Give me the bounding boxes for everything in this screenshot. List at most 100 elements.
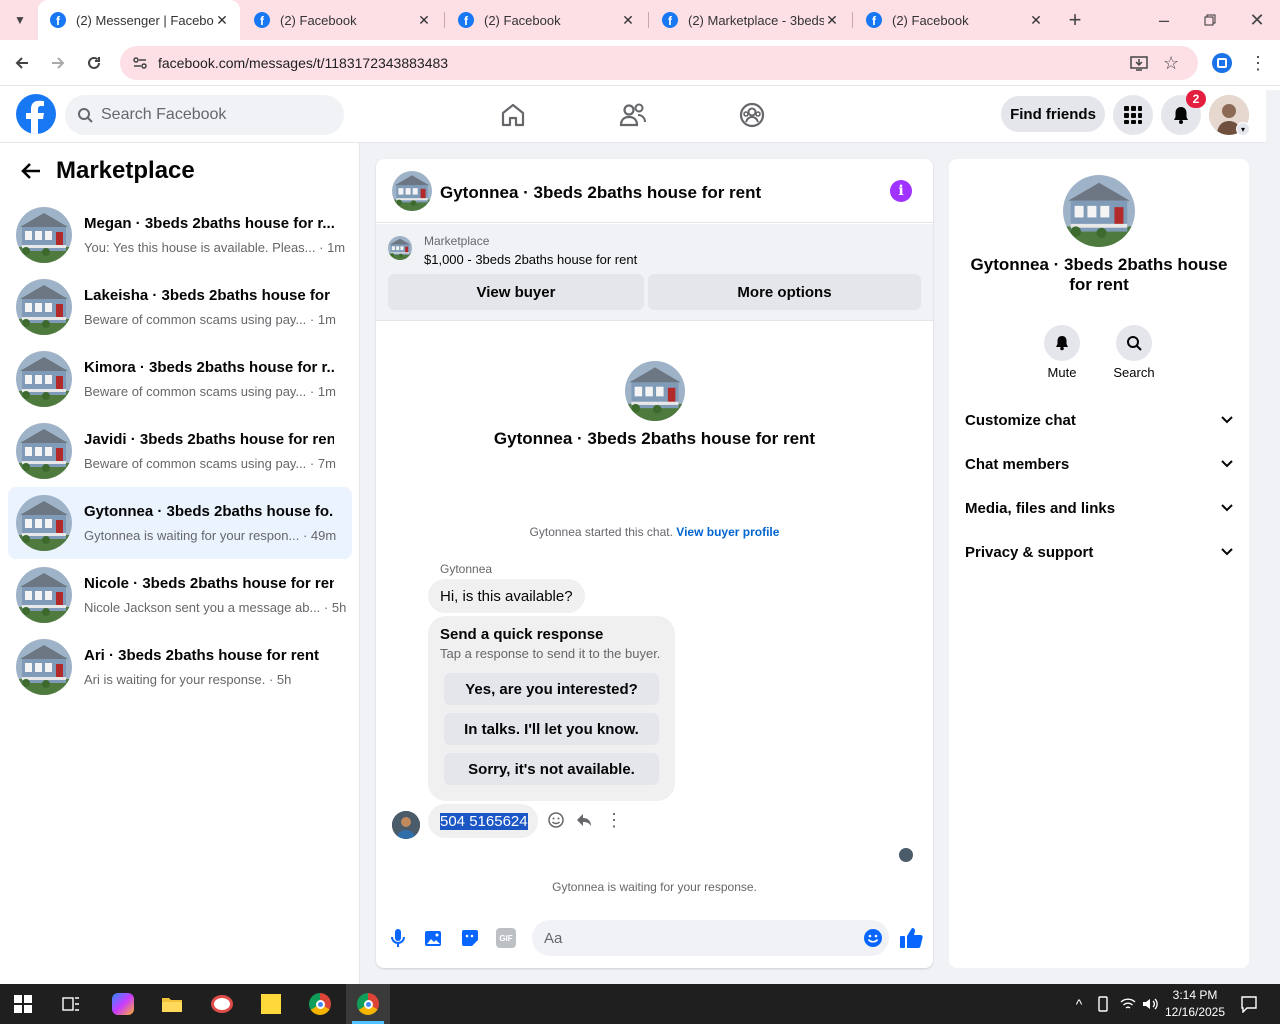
find-friends-button[interactable]: Find friends — [1001, 96, 1105, 132]
start-windows-icon[interactable] — [8, 990, 38, 1018]
search-input[interactable]: Search Facebook — [101, 106, 226, 124]
browser-menu-icon[interactable]: ⋮ — [1246, 51, 1270, 75]
paint-app-icon[interactable] — [207, 990, 237, 1018]
file-explorer-icon[interactable] — [157, 990, 187, 1018]
conversation-item[interactable]: Lakeisha · 3beds 2baths house for ... Bew… — [8, 271, 352, 343]
clock[interactable]: 3:14 PM 12/16/2025 — [1160, 987, 1230, 1021]
chrome-active-icon[interactable] — [346, 984, 390, 1024]
more-options-button[interactable]: More options — [648, 274, 921, 310]
conversation-item[interactable]: Gytonnea · 3beds 2baths house fo... Gyton… — [8, 487, 352, 559]
tab-facebook-3[interactable]: f (2) Facebook ✕ — [854, 0, 1054, 40]
friends-nav-icon[interactable] — [619, 102, 647, 128]
tab-facebook-1[interactable]: f (2) Facebook ✕ — [242, 0, 442, 40]
conversation-thumbnail — [16, 495, 72, 551]
chat-members-section[interactable]: Chat members — [965, 450, 1233, 478]
info-icon[interactable]: i — [890, 180, 912, 202]
close-tab-icon[interactable]: ✕ — [824, 12, 840, 29]
notification-center-icon[interactable] — [1234, 990, 1264, 1018]
close-tab-icon[interactable]: ✕ — [214, 12, 230, 29]
new-tab-icon[interactable]: + — [1063, 7, 1087, 32]
conversation-item[interactable]: Nicole · 3beds 2baths house for rent Nico… — [8, 559, 352, 631]
bookmark-star-icon[interactable]: ☆ — [1163, 53, 1179, 74]
media-files-links-section[interactable]: Media, files and links — [965, 494, 1233, 522]
conversation-item[interactable]: Megan · 3beds 2baths house for r... You: … — [8, 199, 352, 271]
close-tab-icon[interactable]: ✕ — [416, 12, 432, 29]
facebook-logo-icon[interactable] — [16, 94, 56, 134]
minimize-icon[interactable]: – — [1152, 8, 1176, 32]
intro-listing-image — [625, 361, 685, 421]
address-bar[interactable]: facebook.com/messages/t/1183172343883483… — [120, 46, 1198, 80]
sticker-icon[interactable] — [460, 928, 480, 948]
quick-reply-yes[interactable]: Yes, are you interested? — [444, 673, 659, 705]
back-arrow-icon[interactable] — [20, 161, 42, 181]
conversation-item[interactable]: Ari · 3beds 2baths house for rent Ari is … — [8, 631, 352, 703]
home-nav-icon[interactable] — [500, 102, 526, 128]
conversation-item[interactable]: Javidi · 3beds 2baths house for rent Bewa… — [8, 415, 352, 487]
thumbs-up-icon[interactable] — [899, 927, 923, 949]
chrome-icon[interactable] — [305, 990, 335, 1018]
chat-header: Gytonnea · 3beds 2baths house for rent i — [376, 159, 933, 223]
conversation-time: · 49m — [299, 528, 337, 543]
restore-icon[interactable] — [1198, 8, 1222, 32]
emoji-icon[interactable] — [863, 928, 883, 948]
conversation-name: Kimora · 3beds 2baths house for r... — [84, 359, 334, 376]
customize-chat-section[interactable]: Customize chat — [965, 406, 1233, 434]
conversation-item[interactable]: Kimora · 3beds 2baths house for r... Bewa… — [8, 343, 352, 415]
task-view-icon[interactable] — [56, 990, 86, 1018]
chat-title[interactable]: Gytonnea · 3beds 2baths house for rent — [440, 183, 761, 203]
view-buyer-button[interactable]: View buyer — [388, 274, 644, 310]
gif-icon[interactable]: GIF — [496, 928, 516, 948]
tab-facebook-2[interactable]: f (2) Facebook ✕ — [446, 0, 646, 40]
view-buyer-profile-link[interactable]: View buyer profile — [676, 525, 779, 539]
groups-nav-icon[interactable] — [739, 102, 765, 128]
phone-message-bubble[interactable]: 504 5165624 — [428, 804, 538, 838]
install-app-icon[interactable] — [1130, 54, 1148, 72]
quick-response-title: Send a quick response — [440, 626, 604, 643]
privacy-support-section[interactable]: Privacy & support — [965, 538, 1233, 566]
incoming-message[interactable]: Hi, is this available? — [428, 579, 585, 613]
reload-icon[interactable] — [82, 51, 106, 75]
tab-search-icon[interactable]: ▼ — [8, 8, 32, 32]
listing-thumbnail[interactable] — [392, 171, 432, 211]
menu-grid-button[interactable] — [1113, 95, 1153, 135]
close-window-icon[interactable]: ✕ — [1245, 8, 1269, 32]
phone-message-text[interactable]: 504 5165624 — [440, 812, 528, 830]
page-scrollbar[interactable] — [1266, 90, 1280, 984]
search-chat-button[interactable] — [1116, 325, 1152, 361]
quick-response-card: Send a quick response Tap a response to … — [428, 616, 675, 801]
close-tab-icon[interactable]: ✕ — [620, 12, 636, 29]
search-icon — [77, 107, 93, 123]
close-tab-icon[interactable]: ✕ — [1028, 12, 1044, 29]
tab-title: (2) Marketplace - 3beds 2 — [688, 12, 824, 28]
conversation-preview: Ari is waiting for your response. — [84, 672, 266, 687]
notification-badge: 2 — [1186, 90, 1206, 108]
sticky-notes-icon[interactable] — [256, 990, 286, 1018]
photo-icon[interactable] — [424, 928, 444, 948]
forward-icon[interactable] — [46, 51, 70, 75]
microphone-icon[interactable] — [388, 928, 408, 948]
tab-marketplace[interactable]: f (2) Marketplace - 3beds 2 ✕ — [650, 0, 850, 40]
account-chevron-icon[interactable]: ▾ — [1236, 122, 1250, 136]
site-info-icon[interactable] — [132, 55, 148, 71]
more-actions-icon[interactable]: ⋮ — [605, 810, 623, 831]
facebook-favicon-icon: f — [50, 12, 66, 28]
details-listing-image[interactable] — [1063, 175, 1135, 247]
section-label: Chat members — [965, 455, 1070, 473]
extension-icon[interactable] — [1210, 51, 1234, 75]
composer: GIF Aa — [376, 916, 933, 968]
conversation-time: · 1m — [315, 240, 346, 255]
react-icon[interactable] — [547, 811, 565, 829]
search-icon — [1127, 336, 1142, 351]
tab-messenger[interactable]: f (2) Messenger | Facebook ✕ — [38, 0, 240, 40]
back-icon[interactable] — [10, 51, 34, 75]
conversation-name: Javidi · 3beds 2baths house for rent — [84, 431, 334, 448]
mute-button[interactable] — [1044, 325, 1080, 361]
quick-reply-talks[interactable]: In talks. I'll let you know. — [444, 713, 659, 745]
message-input[interactable]: Aa — [532, 920, 889, 956]
seen-avatar — [899, 848, 913, 862]
reply-icon[interactable] — [575, 811, 593, 829]
copilot-icon[interactable] — [108, 990, 138, 1018]
url-text: facebook.com/messages/t/1183172343883483 — [158, 55, 449, 71]
search-box[interactable]: Search Facebook — [65, 95, 344, 135]
quick-reply-sorry[interactable]: Sorry, it's not available. — [444, 753, 659, 785]
